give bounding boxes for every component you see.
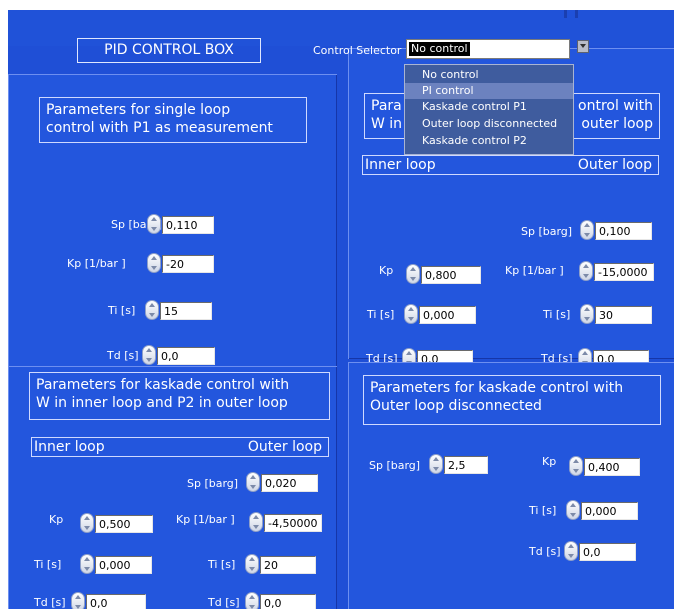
td-spinner[interactable] xyxy=(142,345,156,365)
cascade-p1-title-left1: Para xyxy=(371,98,402,114)
cascade-p1-header: Inner loop Outer loop xyxy=(362,155,659,175)
single-loop-panel: Parameters for single loop control with … xyxy=(8,74,337,375)
kp-spinner[interactable] xyxy=(147,253,161,273)
outer-disconnected-title-line1: Parameters for kaskade control with xyxy=(370,380,624,396)
inner-kp-field[interactable]: 0,500 xyxy=(95,515,153,533)
cascade-p1-title-left2: W in xyxy=(371,116,403,132)
kp-field[interactable]: 0,400 xyxy=(584,458,640,476)
ti-spinner[interactable] xyxy=(145,300,159,320)
outer-ti-field[interactable]: 20 xyxy=(260,556,316,574)
inner-kp-spinner[interactable] xyxy=(80,513,94,533)
dropdown-option[interactable]: Outer loop disconnected xyxy=(405,116,573,132)
inner-ti-label: Ti [s] xyxy=(34,558,62,571)
single-loop-title: Parameters for single loop control with … xyxy=(39,97,307,143)
outer-disconnected-panel: Parameters for kaskade control with Oute… xyxy=(348,362,674,609)
td-label: Td [s] xyxy=(107,349,139,362)
sp-spinner[interactable] xyxy=(147,214,161,234)
ti-label: Ti [s] xyxy=(529,504,557,517)
kp-label: Kp [1/bar ] xyxy=(67,257,126,270)
outer-loop-header: Outer loop xyxy=(247,439,322,455)
td-spinner[interactable] xyxy=(564,541,578,561)
outer-sp-spinner[interactable] xyxy=(246,472,260,492)
sp-label: Sp [barg] xyxy=(369,459,421,472)
control-selector-label: Control Selector xyxy=(313,44,402,57)
sp-field[interactable]: 0,110 xyxy=(162,216,214,234)
outer-kp-label: Kp [1/bar ] xyxy=(505,264,564,277)
outer-kp-spinner[interactable] xyxy=(579,261,593,281)
outer-kp-spinner[interactable] xyxy=(249,512,263,532)
td-field[interactable]: 0,0 xyxy=(157,347,215,365)
inner-ti-label: Ti [s] xyxy=(367,308,395,321)
single-loop-title-line2: control with P1 as measurement xyxy=(46,120,273,136)
top-divider xyxy=(564,10,567,18)
control-selector-dropdown: No control PI control Kaskade control P1… xyxy=(404,64,574,155)
outer-ti-spinner[interactable] xyxy=(580,304,594,324)
outer-kp-field[interactable]: -15,0000 xyxy=(594,263,654,281)
outer-sp-label: Sp [barg] xyxy=(521,225,573,238)
inner-ti-spinner[interactable] xyxy=(80,554,94,574)
sp-spinner[interactable] xyxy=(429,454,443,474)
td-field[interactable]: 0,0 xyxy=(579,543,636,561)
sp-field[interactable]: 2,5 xyxy=(444,456,488,474)
outer-sp-label: Sp [barg] xyxy=(187,477,239,490)
ti-label: Ti [s] xyxy=(108,304,136,317)
inner-kp-field[interactable]: 0,800 xyxy=(421,266,481,284)
outer-ti-field[interactable]: 30 xyxy=(595,306,652,324)
chevron-down-icon[interactable] xyxy=(577,40,589,53)
outer-sp-spinner[interactable] xyxy=(580,220,594,240)
outer-kp-label: Kp [1/bar ] xyxy=(176,513,235,526)
ti-field[interactable]: 15 xyxy=(160,302,212,320)
kp-label: Kp xyxy=(542,455,557,468)
kp-spinner[interactable] xyxy=(569,456,583,476)
kp-field[interactable]: -20 xyxy=(162,255,214,273)
outer-td-label: Td [s] xyxy=(208,596,240,609)
cascade-p2-title: Parameters for kaskade control with W in… xyxy=(29,372,330,420)
dropdown-option[interactable]: PI control xyxy=(405,83,573,99)
cascade-p2-title-line1: Parameters for kaskade control with xyxy=(36,377,290,393)
ti-field[interactable]: 0,000 xyxy=(581,502,638,520)
dropdown-option[interactable]: Kaskade control P1 xyxy=(405,99,573,115)
inner-td-spinner[interactable] xyxy=(71,592,85,609)
dropdown-option[interactable]: Kaskade control P2 xyxy=(405,133,573,149)
outer-ti-label: Ti [s] xyxy=(543,308,571,321)
outer-td-spinner[interactable] xyxy=(245,592,259,609)
td-label: Td [s] xyxy=(529,545,561,558)
dropdown-option[interactable]: No control xyxy=(405,67,573,83)
outer-disconnected-title-line2: Outer loop disconnected xyxy=(370,398,542,414)
outer-ti-spinner[interactable] xyxy=(245,554,259,574)
inner-kp-spinner[interactable] xyxy=(406,264,420,284)
outer-sp-field[interactable]: 0,020 xyxy=(261,474,318,492)
inner-td-label: Td [s] xyxy=(34,596,66,609)
single-loop-title-line1: Parameters for single loop xyxy=(46,102,231,118)
outer-disconnected-title: Parameters for kaskade control with Oute… xyxy=(363,375,661,425)
cascade-p2-header: Inner loop Outer loop xyxy=(31,437,329,457)
pid-control-window: PID CONTROL BOX Parameters for single lo… xyxy=(8,10,674,609)
cascade-p2-panel: Parameters for kaskade control with W in… xyxy=(8,366,337,609)
inner-ti-spinner[interactable] xyxy=(404,304,418,324)
inner-td-field[interactable]: 0,0 xyxy=(86,594,146,609)
outer-ti-label: Ti [s] xyxy=(208,558,236,571)
control-selector-value: No control xyxy=(409,42,470,56)
inner-ti-field[interactable]: 0,000 xyxy=(419,306,476,324)
inner-loop-header: Inner loop xyxy=(365,157,436,173)
inner-ti-field[interactable]: 0,000 xyxy=(95,556,152,574)
inner-loop-header: Inner loop xyxy=(34,439,105,455)
cascade-p1-title-right1: ontrol with xyxy=(578,98,653,114)
ti-spinner[interactable] xyxy=(566,500,580,520)
page-title: PID CONTROL BOX xyxy=(77,38,261,63)
outer-td-field[interactable]: 0,0 xyxy=(260,594,316,609)
outer-kp-field[interactable]: -4,50000 xyxy=(264,514,322,532)
inner-kp-label: Kp xyxy=(379,264,394,277)
cascade-p1-title-right2: outer loop xyxy=(581,116,653,132)
control-selector[interactable]: No control xyxy=(406,39,570,59)
inner-kp-label: Kp xyxy=(49,513,64,526)
cascade-p2-title-line2: W in inner loop and P2 in outer loop xyxy=(36,395,288,411)
outer-loop-header: Outer loop xyxy=(577,157,652,173)
outer-sp-field[interactable]: 0,100 xyxy=(595,222,652,240)
top-divider xyxy=(575,10,578,18)
